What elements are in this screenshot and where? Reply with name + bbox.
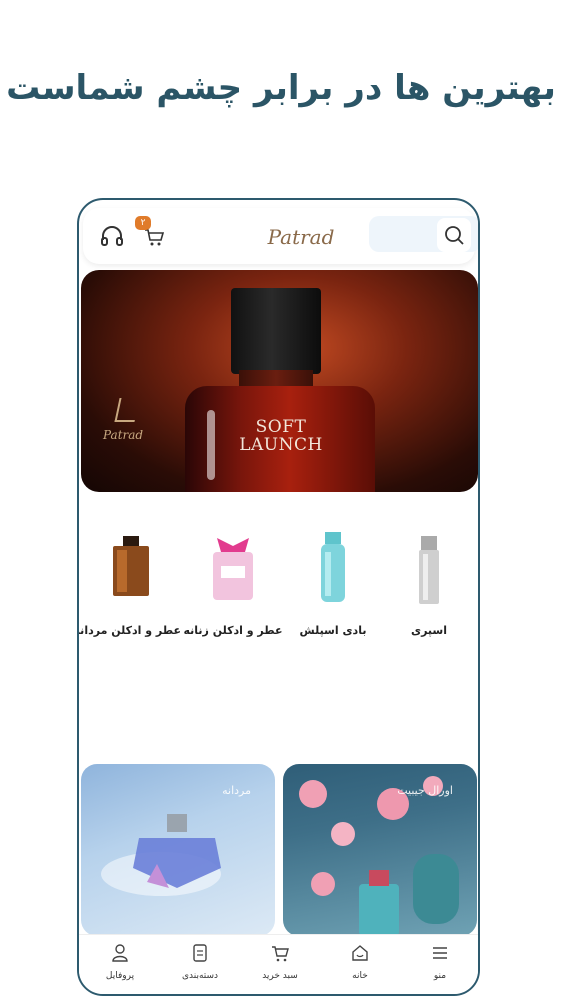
hero-title-line1: SOFT [255,417,307,437]
hero-logo-mark-icon [114,398,140,422]
promo-men-label: مردانه [222,784,251,797]
category-label: عطر و ادکلن مردانه [77,624,181,637]
hero-banner[interactable]: SOFT LAUNCH Patrad [81,270,478,492]
brand-logo[interactable]: Patrad [261,222,341,252]
category-label: عطر و ادکلن زنانه [183,624,283,637]
hero-title-line2: LAUNCH [239,435,323,455]
nav-categories[interactable]: دسته‌بندی [165,943,235,981]
category-men-perfume[interactable]: عطر و ادکلن مردانه [77,530,181,637]
phone-frame: ۲ Patrad SOFT LAUNCH Patrad عطر و ادکلن … [77,198,480,996]
cart-icon [272,946,289,962]
spray-can-icon [379,530,478,610]
page-headline: بهترین ها در برابر چشم شماست [6,68,556,108]
perfume-amber-bottle-icon [81,530,181,610]
promo-men-tile[interactable]: مردانه [81,764,275,936]
hero-logo: Patrad [103,428,144,442]
perfume-cap-image [231,288,321,374]
menu-icon [433,947,447,959]
nav-label: پروفایل [105,971,135,981]
nav-label: سبد خرید [262,971,298,981]
nav-profile[interactable]: پروفایل [85,943,155,981]
hero-title: SOFT LAUNCH [231,418,331,454]
category-label: بادی اسپلش [299,624,367,637]
category-spray[interactable]: اسپری [379,530,478,637]
nav-label: دسته‌بندی [181,971,219,981]
cart-count-badge: ۲ [135,216,151,230]
perfume-pink-bow-bottle-icon [183,530,283,610]
bottle-highlight [207,410,215,480]
user-icon [112,944,128,962]
nav-menu[interactable]: منو [405,943,475,981]
nav-label: منو [433,971,447,981]
category-women-perfume[interactable]: عطر و ادکلن زنانه [183,530,283,637]
category-label: اسپری [410,624,447,637]
nav-home[interactable]: خانه [325,943,395,981]
search-icon[interactable] [437,218,471,252]
support-headset-icon[interactable] [97,222,127,252]
body-splash-bottle-icon [283,530,383,610]
home-icon [352,945,368,961]
category-icon [193,944,207,962]
promo-women-label: اورال جیبیت [397,784,453,797]
nav-label: خانه [352,971,368,981]
nav-cart[interactable]: سبد خرید [245,943,315,981]
promo-women-tile[interactable]: اورال جیبیت [283,764,477,936]
bottom-navigation: پروفایل دسته‌بندی سبد خرید خانه [79,934,478,994]
top-bar: ۲ Patrad [83,208,478,264]
category-body-splash[interactable]: بادی اسپلش [283,530,383,637]
